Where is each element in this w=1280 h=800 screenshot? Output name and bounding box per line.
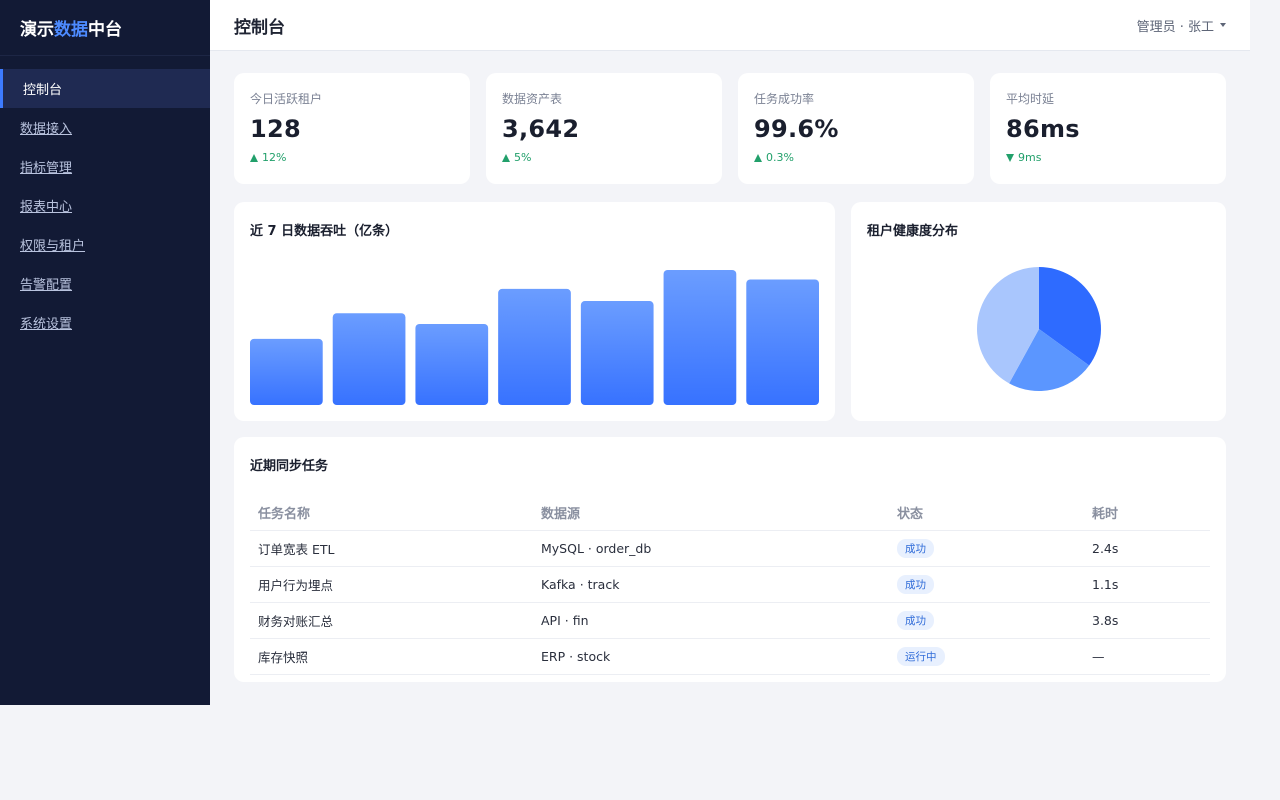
status-badge: 运行中: [897, 647, 945, 666]
duration-cell: 1.1s: [1084, 566, 1210, 603]
status-badge: 成功: [897, 575, 934, 594]
stat-trend-value: 0.3%: [766, 151, 794, 164]
stat-value: 99.6%: [754, 115, 839, 143]
table-row[interactable]: 财务对账汇总 API · fin 成功 3.8s: [250, 602, 1210, 639]
stat-card-data-assets: 数据资产表 3,642 5%: [486, 73, 722, 184]
task-name-cell: 库存快照: [250, 638, 533, 675]
topbar: 控制台 管理员 · 张工: [210, 0, 1250, 51]
table-row[interactable]: 库存快照 ERP · stock 运行中 —: [250, 638, 1210, 675]
trend-up-icon: [502, 153, 510, 162]
stat-trend-value: 12%: [262, 151, 287, 164]
table-header-row: 任务名称 数据源 状态 耗时: [250, 494, 1210, 531]
status-cell: 成功: [889, 530, 1084, 567]
stat-label: 任务成功率: [754, 92, 815, 106]
status-badge: 成功: [897, 611, 934, 630]
user-menu[interactable]: 管理员 · 张工: [1137, 16, 1226, 35]
bar-chart: [250, 270, 819, 405]
brand-part-2: 数据: [54, 20, 88, 40]
chart-title: 近 7 日数据吞吐（亿条）: [250, 224, 399, 239]
chart-title: 租户健康度分布: [867, 224, 959, 239]
stat-label: 平均时延: [1006, 92, 1055, 106]
pie-chart: [977, 267, 1101, 391]
stat-trend-value: 9ms: [1018, 151, 1042, 164]
column-header: 耗时: [1084, 494, 1210, 531]
recent-tasks-card: 近期同步任务 任务名称 数据源 状态 耗时 订单宽表 ETL MySQL · o…: [234, 437, 1226, 682]
source-cell: API · fin: [533, 602, 889, 639]
stat-card-success-rate: 任务成功率 99.6% 0.3%: [738, 73, 974, 184]
tasks-table: 任务名称 数据源 状态 耗时 订单宽表 ETL MySQL · order_db…: [250, 494, 1210, 675]
bar-4: [498, 288, 571, 405]
source-cell: MySQL · order_db: [533, 530, 889, 567]
stat-card-active-tenants: 今日活跃租户 128 12%: [234, 73, 470, 184]
bar-3: [415, 324, 489, 405]
user-name: 管理员 · 张工: [1136, 19, 1214, 35]
column-header: 任务名称: [250, 494, 533, 531]
bar-5: [580, 301, 654, 405]
stat-value: 3,642: [502, 115, 580, 143]
brand-logo[interactable]: 演示 数据 中台: [0, 0, 210, 56]
status-cell: 运行中: [889, 638, 1084, 675]
task-name-cell: 财务对账汇总: [250, 602, 533, 639]
sidebar-item-reports[interactable]: 报表中心: [0, 186, 210, 225]
bar-7: [746, 279, 819, 405]
stat-trend-value: 5%: [514, 151, 532, 164]
stat-trend: 0.3%: [754, 151, 958, 164]
sidebar-item-data-ingest[interactable]: 数据接入: [0, 108, 210, 147]
trend-up-icon: [754, 153, 762, 162]
stat-card-avg-latency: 平均时延 86ms 9ms: [990, 73, 1226, 184]
duration-cell: —: [1084, 638, 1210, 675]
stat-label: 今日活跃租户: [250, 92, 323, 106]
source-cell: Kafka · track: [533, 566, 889, 603]
status-badge: 成功: [897, 539, 934, 558]
sidebar-nav: 控制台 数据接入 指标管理 报表中心 权限与租户 告警配置 系统设置: [0, 69, 210, 342]
sidebar-item-metrics[interactable]: 指标管理: [0, 147, 210, 186]
trend-up-icon: [250, 153, 258, 162]
stat-trend: 12%: [250, 151, 454, 164]
duration-cell: 3.8s: [1084, 602, 1210, 639]
stat-value: 128: [250, 115, 301, 143]
bar-1: [250, 338, 323, 405]
sidebar-item-alerts[interactable]: 告警配置: [0, 264, 210, 303]
duration-cell: 2.4s: [1084, 530, 1210, 567]
stat-label: 数据资产表: [502, 92, 563, 106]
sidebar-item-dashboard[interactable]: 控制台: [0, 69, 210, 108]
stat-trend: 9ms: [1006, 151, 1210, 164]
table-title: 近期同步任务: [250, 459, 329, 474]
table-row[interactable]: 用户行为埋点 Kafka · track 成功 1.1s: [250, 566, 1210, 603]
brand-part-1: 演示: [20, 20, 54, 40]
stat-value: 86ms: [1006, 115, 1080, 143]
status-cell: 成功: [889, 566, 1084, 603]
sidebar-item-settings[interactable]: 系统设置: [0, 303, 210, 342]
task-name-cell: 用户行为埋点: [250, 566, 533, 603]
throughput-chart-card: 近 7 日数据吞吐（亿条）: [234, 202, 835, 421]
table-row[interactable]: 订单宽表 ETL MySQL · order_db 成功 2.4s: [250, 530, 1210, 567]
sidebar: 演示 数据 中台 控制台 数据接入 指标管理 报表中心 权限与租户 告警配置 系统设…: [0, 0, 210, 705]
bar-2: [332, 313, 406, 405]
trend-down-icon: [1006, 153, 1014, 162]
stat-trend: 5%: [502, 151, 706, 164]
task-name-cell: 订单宽表 ETL: [250, 530, 533, 567]
status-cell: 成功: [889, 602, 1084, 639]
health-pie-card: 租户健康度分布: [851, 202, 1226, 421]
page-title: 控制台: [234, 17, 285, 38]
caret-down-icon: [1220, 23, 1226, 27]
brand-part-3: 中台: [88, 20, 122, 40]
bar-6: [663, 270, 737, 405]
source-cell: ERP · stock: [533, 638, 889, 675]
column-header: 状态: [889, 494, 1084, 531]
column-header: 数据源: [533, 494, 889, 531]
sidebar-item-permissions[interactable]: 权限与租户: [0, 225, 210, 264]
